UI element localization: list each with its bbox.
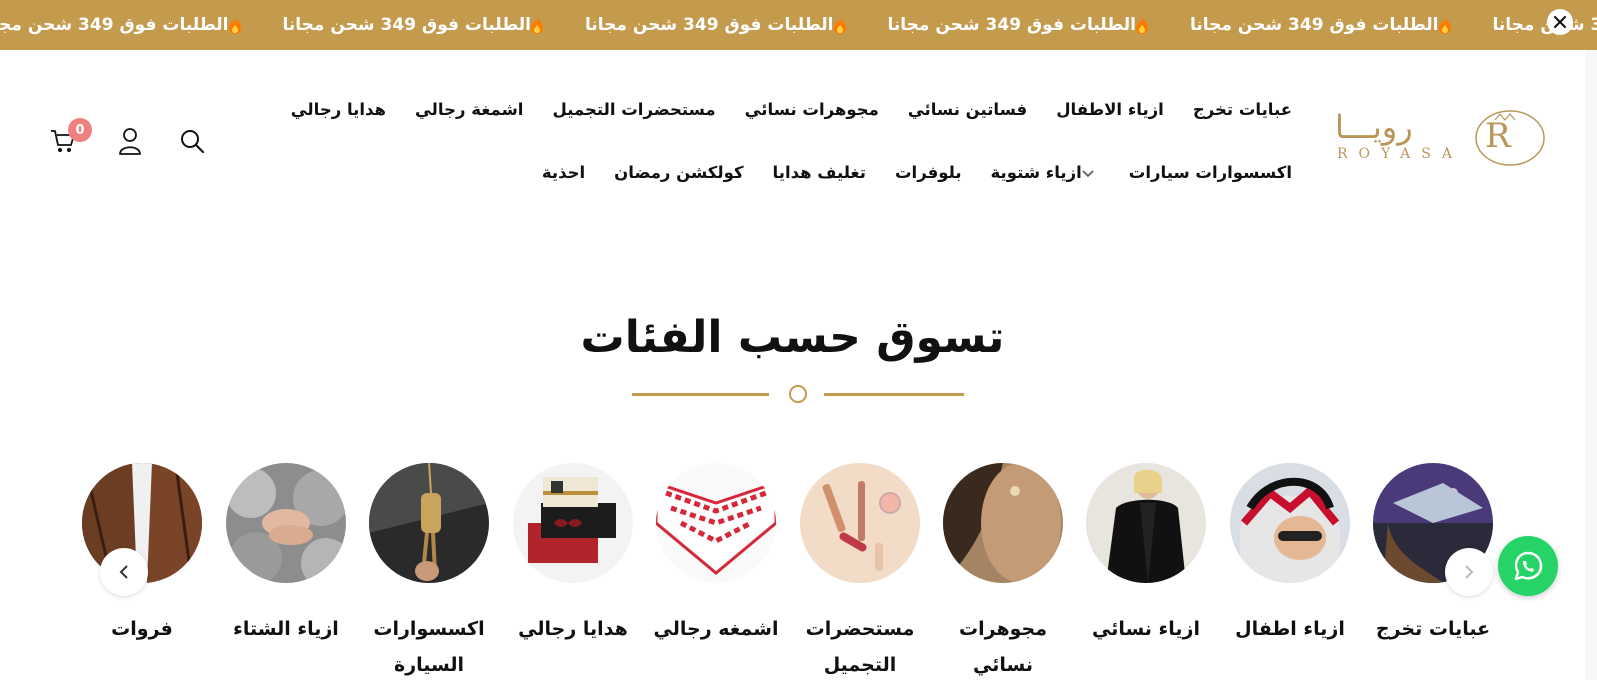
scrollbar-track[interactable] (1585, 50, 1597, 680)
nav-link-men-gifts[interactable]: هدايا رجالي (291, 100, 386, 119)
announcement-item: الطلبات فوق 349 شحن مجانا (888, 15, 1171, 35)
announcement-text: الطلبات فوق 349 شحن مجانا (1190, 15, 1439, 35)
close-icon (1554, 16, 1566, 28)
chevron-left-icon (119, 564, 129, 580)
category-image-women-fashion (1086, 463, 1206, 583)
announcement-marquee: الطلبات فوق 349 شحن مجانا الطلبات فوق 349… (0, 0, 1597, 50)
chevron-down-icon (1082, 163, 1094, 182)
carousel-next-button[interactable] (100, 548, 148, 596)
category-label: فروات (57, 611, 227, 647)
search-icon (180, 129, 206, 155)
announcement-text: الطلبات فوق 349 شحن مجانا (0, 15, 229, 35)
section-title: تسوق حسب الفئات (0, 312, 1585, 363)
nav-link-car-accessories[interactable]: اكسسوارات سيارات (1129, 163, 1292, 182)
site-header: R رويـــا ROYASA عبايات تخرج ازياء الاطف… (0, 50, 1585, 230)
logo-arabic-text: رويـــا (1335, 108, 1413, 146)
carousel-prev-button[interactable] (1445, 548, 1493, 596)
nav-link-gift-wrapping[interactable]: تغليف هدايا (773, 163, 866, 182)
flame-icon (1439, 17, 1451, 34)
announcement-close-button[interactable] (1547, 9, 1573, 35)
cart-count-badge: 0 (68, 118, 92, 142)
announcement-item: الطلبات فوق 349 شحن مجانا (1493, 15, 1597, 35)
announcement-text: الطلبات فوق 349 شحن مجانا (585, 15, 834, 35)
main-nav-row-1: عبايات تخرج ازياء الاطفال فساتين نسائي م… (291, 100, 1292, 119)
logo-mark-letter: R (1485, 116, 1511, 156)
nav-link-kids-fashion[interactable]: ازياء الاطفال (1056, 100, 1164, 119)
whatsapp-icon (1510, 548, 1546, 584)
announcement-text: الطلبات فوق 349 شحن مجانا (888, 15, 1137, 35)
cart-button[interactable]: 0 (50, 128, 76, 158)
category-image-men-gifts (513, 463, 633, 583)
announcement-item: الطلبات فوق 349 شحن مجانا (585, 15, 868, 35)
nav-link-cosmetics[interactable]: مستحضرات التجميل (552, 100, 715, 119)
nav-link-winter-fashion[interactable]: ازياء شتوية (991, 163, 1100, 182)
flame-icon (229, 17, 241, 34)
announcement-text: الطلبات فوق 349 شحن مجانا (283, 15, 532, 35)
nav-link-shoes[interactable]: احذية (542, 163, 585, 182)
nav-link-graduation-abayas[interactable]: عبايات تخرج (1193, 100, 1292, 119)
category-item-furs[interactable]: فروات (57, 463, 227, 647)
main-nav-row-2: اكسسوارات سيارات ازياء شتوية بلوفرات تغل… (542, 163, 1292, 182)
nav-link-women-dresses[interactable]: فساتين نسائي (908, 100, 1027, 119)
category-image-kids (1230, 463, 1350, 583)
announcement-bar: الطلبات فوق 349 شحن مجانا الطلبات فوق 349… (0, 0, 1597, 50)
account-button[interactable] (118, 127, 142, 159)
announcement-item: الطلبات فوق 349 شحن مجانا (283, 15, 566, 35)
nav-link-women-jewelry[interactable]: مجوهرات نسائي (745, 100, 879, 119)
nav-link-men-shemagh[interactable]: اشمغة رجالي (415, 100, 523, 119)
section-divider (632, 382, 964, 406)
whatsapp-chat-button[interactable] (1498, 536, 1558, 596)
category-image-car-accessories (369, 463, 489, 583)
logo-latin-text: ROYASA (1337, 146, 1463, 162)
category-image-jewelry (943, 463, 1063, 583)
category-image-winter (226, 463, 346, 583)
divider-ring-icon (789, 385, 807, 403)
announcement-text: الطلبات فوق 349 شحن مجانا (1493, 15, 1597, 35)
brand-logo[interactable]: R رويـــا ROYASA (1335, 110, 1550, 180)
search-button[interactable] (180, 129, 206, 159)
nav-link-pullovers[interactable]: بلوفرات (895, 163, 962, 182)
user-icon (118, 127, 142, 155)
announcement-item: الطلبات فوق 349 شحن مجانا (1190, 15, 1473, 35)
announcement-item: الطلبات فوق 349 شحن مجانا (0, 15, 263, 35)
chevron-right-icon (1464, 564, 1474, 580)
nav-link-ramadan-collection[interactable]: كولكشن رمضان (614, 163, 743, 182)
flame-icon (531, 17, 543, 34)
flame-icon (834, 17, 846, 34)
category-image-cosmetics (800, 463, 920, 583)
category-image-shemagh (656, 463, 776, 583)
flame-icon (1136, 17, 1148, 34)
nav-link-winter-fashion-label: ازياء شتوية (991, 163, 1082, 182)
